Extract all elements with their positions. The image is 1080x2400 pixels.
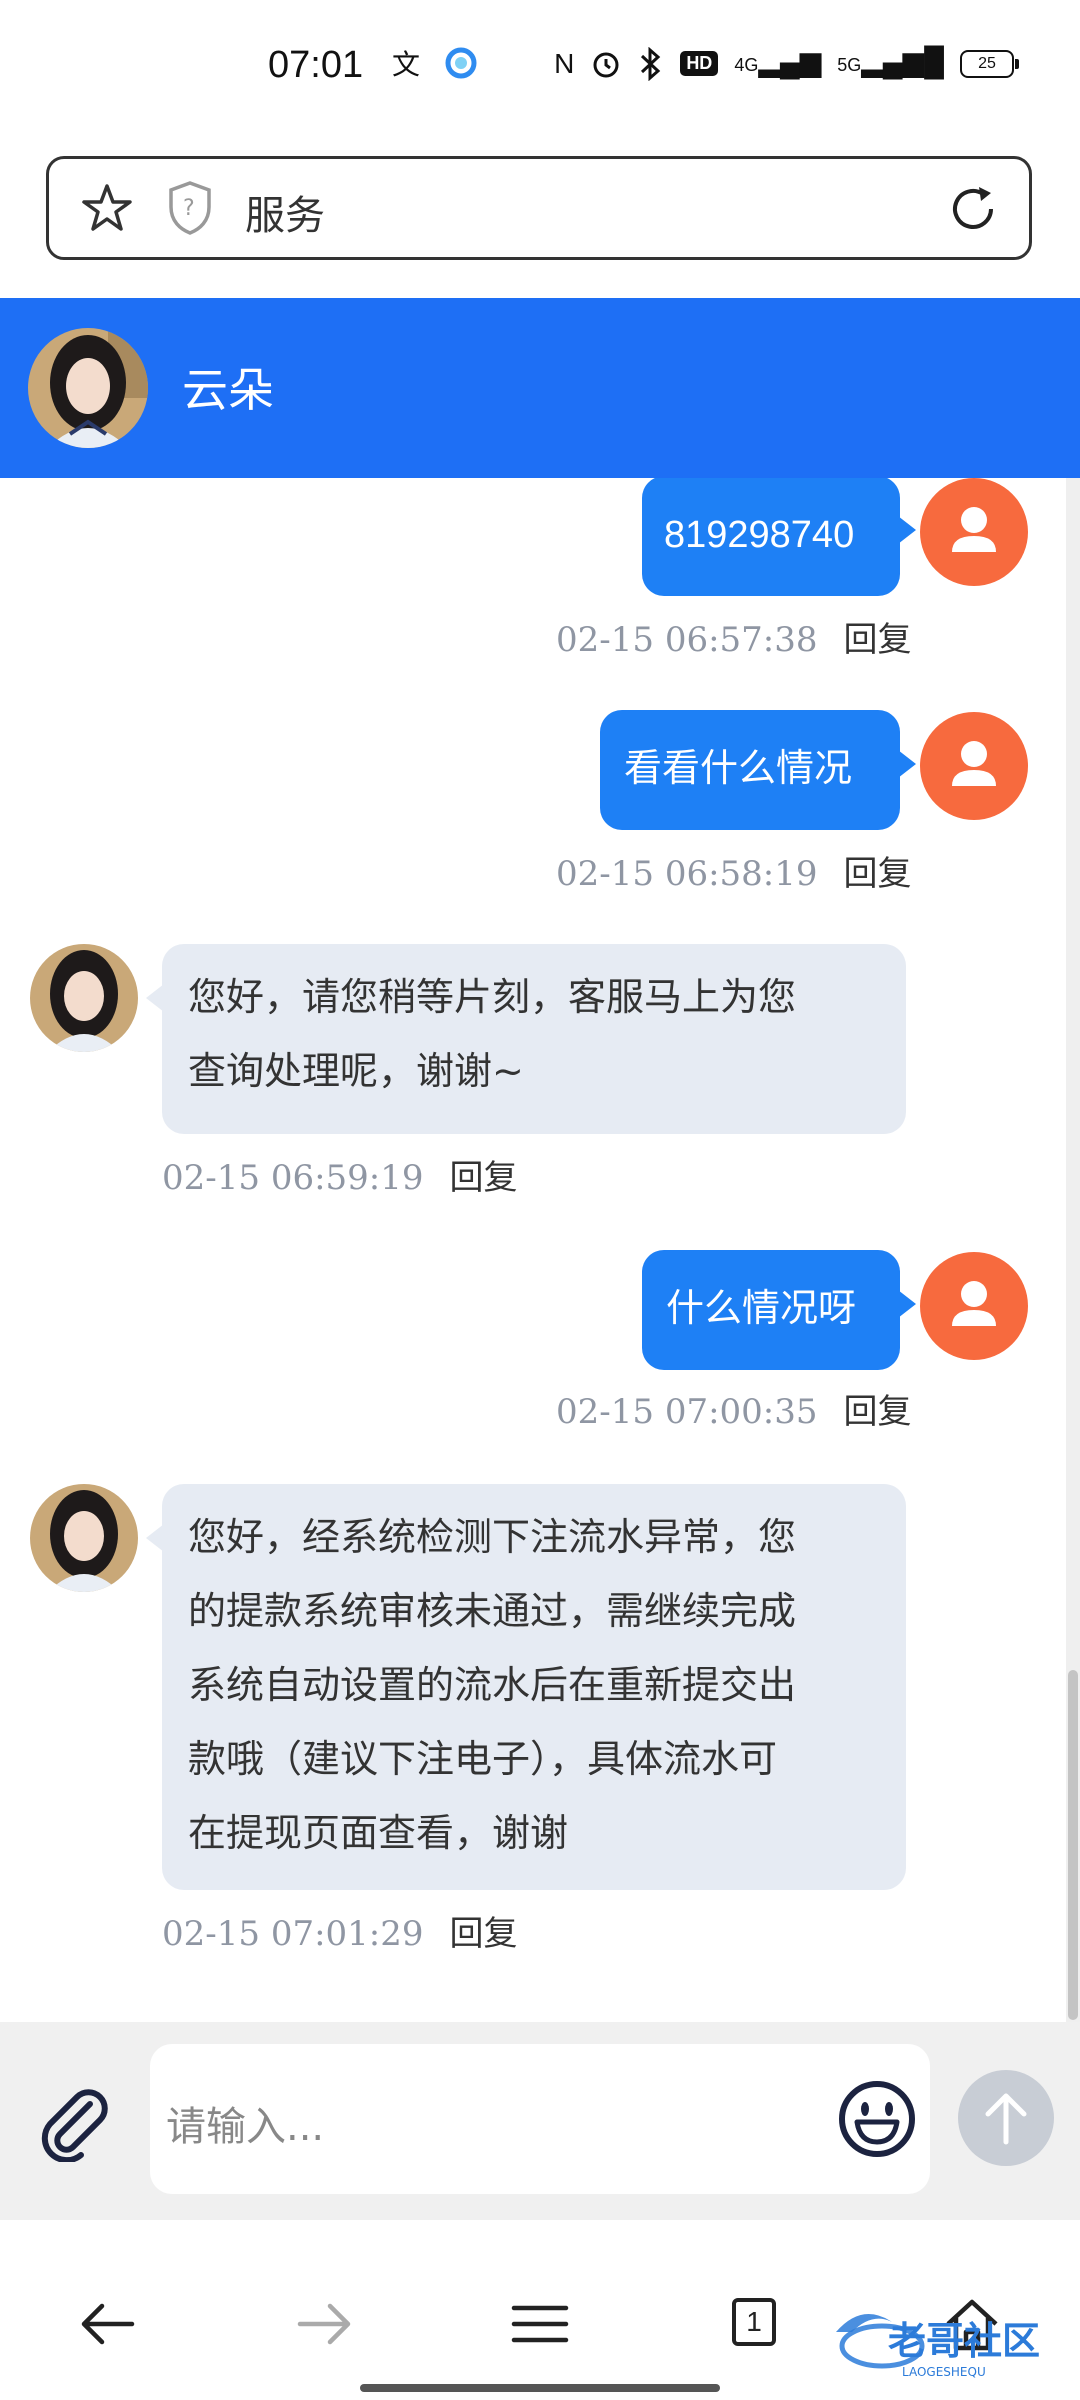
agent-avatar-image <box>30 1484 138 1592</box>
chat-header: 云朵 <box>0 298 1080 478</box>
message-timestamp: 02-15 06:59:19 <box>162 1158 424 1198</box>
outgoing-message[interactable]: 819298740 <box>642 478 916 596</box>
emoji-icon[interactable] <box>832 2074 922 2164</box>
message-line: 在提现页面查看，谢谢 <box>188 1811 569 1855</box>
message-input-placeholder: 请输入... <box>166 2104 325 2150</box>
watermark-text: 老哥社区 <box>888 2319 1040 2363</box>
security-shield-icon[interactable]: ? <box>165 179 215 237</box>
message-line: 查询处理呢，谢谢~ <box>188 1049 524 1093</box>
reply-link[interactable]: 回复 <box>450 1914 518 1954</box>
message-line: 款哦（建议下注电子），具体流水可 <box>188 1737 778 1781</box>
outgoing-message[interactable]: 什么情况呀 <box>642 1250 916 1370</box>
page-title[interactable]: 服务 <box>245 183 325 241</box>
contact-avatar-image <box>28 328 148 448</box>
message-meta: 02-15 06:57:38 回复 <box>556 612 912 661</box>
message-timestamp: 02-15 07:00:35 <box>556 1392 818 1432</box>
watermark-subtext: LAOGESHEQU <box>902 2365 986 2379</box>
reload-icon[interactable] <box>945 181 1001 237</box>
message-meta: 02-15 07:00:35 回复 <box>556 1384 912 1433</box>
message-meta: 02-15 06:59:19 回复 <box>162 1150 518 1199</box>
message-timestamp: 02-15 06:57:38 <box>556 620 818 660</box>
incoming-message[interactable]: 您好，请您稍等片刻，客服马上为您 查询处理呢，谢谢~ <box>146 944 906 1134</box>
message-meta: 02-15 07:01:29 回复 <box>162 1906 518 1955</box>
send-button[interactable] <box>958 2070 1054 2166</box>
battery-icon: 25 <box>960 49 1019 78</box>
status-bar: 07:01 文 N HD 4G▂▄▆ 5G▂▄▆█ 25 <box>0 0 1080 140</box>
status-time: 07:01 <box>268 44 364 86</box>
signal-5g-icon: 5G▂▄▆█ <box>837 46 944 77</box>
chat-scrollbar-thumb[interactable] <box>1068 1670 1078 2020</box>
message-line: 您好，经系统检测下注流水异常，您 <box>188 1515 797 1559</box>
svg-text:?: ? <box>183 196 195 221</box>
tabs-button[interactable]: 1 <box>724 2292 788 2356</box>
attachment-icon[interactable] <box>34 2082 114 2162</box>
message-text: 看看什么情况 <box>624 748 853 790</box>
svg-text:文: 文 <box>392 48 420 80</box>
status-notification-icons: 文 <box>390 46 478 80</box>
gesture-bar[interactable] <box>360 2384 720 2392</box>
user-avatar <box>920 478 1028 586</box>
tab-counter: 1 <box>732 2298 776 2346</box>
message-input-bar: 请输入... <box>0 2022 1080 2220</box>
signal-4g-icon: 4G▂▄▆ <box>734 46 822 77</box>
message-line: 的提款系统审核未通过，需继续完成 <box>188 1589 797 1633</box>
contact-name: 云朵 <box>182 363 274 417</box>
agent-avatar-image <box>30 944 138 1052</box>
bookmark-star-icon[interactable] <box>79 181 135 237</box>
person-icon <box>952 741 996 786</box>
watermark-logo: 老哥社区 LAOGESHEQU <box>832 2292 1072 2382</box>
incoming-message[interactable]: 您好，经系统检测下注流水异常，您 的提款系统审核未通过，需继续完成 系统自动设置… <box>146 1484 906 1890</box>
hd-voice-badge: HD <box>680 51 719 76</box>
bluetooth-icon <box>641 46 661 81</box>
message-input[interactable]: 请输入... <box>150 2044 930 2194</box>
outgoing-message[interactable]: 看看什么情况 <box>600 710 916 830</box>
translate-icon: 文 <box>392 48 420 80</box>
address-bar[interactable]: ? 服务 <box>46 156 1032 260</box>
browser-app-icon <box>445 47 477 79</box>
back-arrow-icon[interactable] <box>76 2292 140 2356</box>
user-avatar <box>920 1252 1028 1360</box>
chat-messages[interactable]: 819298740 02-15 06:57:38 回复 看看什么情况 02-15 … <box>0 478 1080 2022</box>
reply-link[interactable]: 回复 <box>844 854 912 894</box>
arrow-up-icon <box>985 2093 1027 2145</box>
reply-link[interactable]: 回复 <box>844 1392 912 1432</box>
person-icon <box>952 1281 996 1326</box>
nfc-icon: N <box>554 47 575 79</box>
menu-icon[interactable] <box>508 2292 572 2356</box>
message-line: 您好，请您稍等片刻，客服马上为您 <box>188 975 797 1019</box>
agent-avatar <box>30 944 138 1052</box>
reply-link[interactable]: 回复 <box>450 1158 518 1198</box>
user-avatar <box>920 712 1028 820</box>
status-system-icons: N HD 4G▂▄▆ 5G▂▄▆█ 25 <box>554 44 1019 83</box>
person-icon <box>952 507 996 552</box>
network-5g-label: 5G <box>837 55 862 75</box>
network-4g-label: 4G <box>734 55 759 75</box>
message-text: 什么情况呀 <box>666 1288 857 1330</box>
forward-arrow-icon[interactable] <box>292 2292 356 2356</box>
message-line: 系统自动设置的流水后在重新提交出 <box>188 1663 797 1707</box>
reply-link[interactable]: 回复 <box>844 620 912 660</box>
alarm-icon <box>593 52 619 77</box>
watermark-image: 老哥社区 LAOGESHEQU <box>836 2314 1040 2379</box>
agent-avatar <box>30 1484 138 1592</box>
message-timestamp: 02-15 07:01:29 <box>162 1914 424 1954</box>
contact-avatar[interactable] <box>28 328 148 448</box>
message-text: 819298740 <box>664 514 855 556</box>
message-timestamp: 02-15 06:58:19 <box>556 854 818 894</box>
message-meta: 02-15 06:58:19 回复 <box>556 846 912 895</box>
battery-level: 25 <box>978 54 996 72</box>
